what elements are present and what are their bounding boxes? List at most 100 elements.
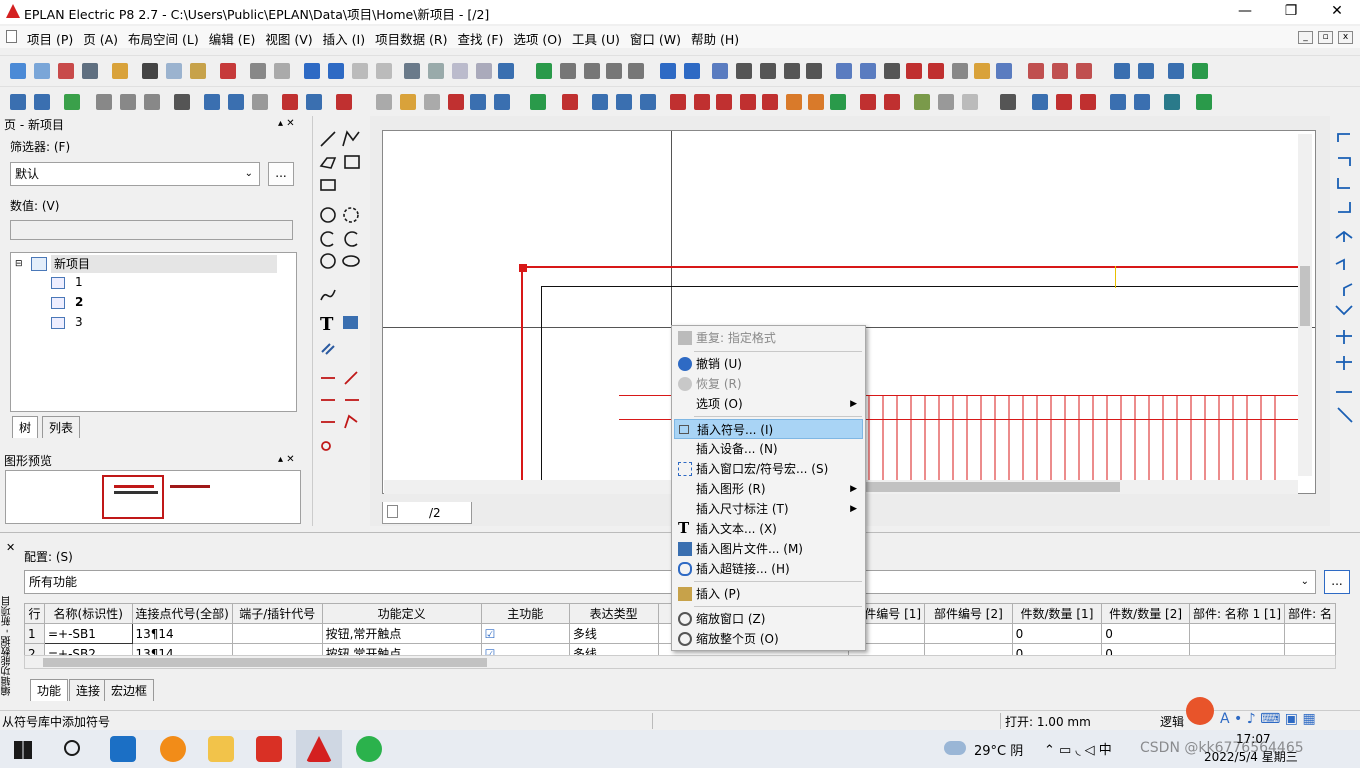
print-icon[interactable] — [82, 63, 98, 79]
sym-q-icon[interactable] — [530, 94, 546, 110]
mdi-close-button[interactable]: x — [1338, 31, 1353, 44]
file-explorer-icon[interactable] — [208, 736, 234, 762]
horizontal-scroll-thumb[interactable] — [864, 482, 1120, 492]
sym-ah-icon[interactable] — [962, 94, 978, 110]
menu-undo[interactable]: 撤销 (U) — [674, 354, 863, 374]
plugin-icon[interactable] — [64, 94, 80, 110]
layer-icon[interactable] — [952, 63, 968, 79]
redo2-icon[interactable] — [376, 63, 392, 79]
cell-function-definition[interactable]: 按钮,常开触点 — [321, 623, 482, 644]
snap-grid-icon[interactable] — [836, 63, 852, 79]
menu-layout-space[interactable]: 布局空间 (L) — [123, 29, 204, 48]
sym-o-icon[interactable] — [470, 94, 486, 110]
select2-icon[interactable] — [1138, 63, 1154, 79]
lines2-icon[interactable] — [1052, 63, 1068, 79]
mdi-restore-button[interactable]: ▫ — [1318, 31, 1333, 44]
config-more-button[interactable]: ... — [1324, 570, 1350, 594]
column-header[interactable]: 行 — [24, 603, 45, 624]
undo-icon[interactable] — [304, 63, 320, 79]
app-icon-m[interactable] — [110, 736, 136, 762]
grid-d-icon[interactable] — [784, 63, 800, 79]
table-icon[interactable] — [476, 63, 492, 79]
refresh-icon[interactable] — [536, 63, 552, 79]
sym-al-icon[interactable] — [1080, 94, 1096, 110]
format2-icon[interactable] — [274, 63, 290, 79]
sym-l-icon[interactable] — [400, 94, 416, 110]
menu-edit[interactable]: 编辑 (E) — [204, 29, 261, 48]
sym-ac-icon[interactable] — [830, 94, 846, 110]
tab-tree[interactable]: 树 — [12, 416, 39, 438]
lines3-icon[interactable] — [1076, 63, 1092, 79]
magnet-icon[interactable] — [906, 63, 922, 79]
cell-terminal[interactable] — [231, 623, 323, 644]
forward-icon[interactable] — [684, 63, 700, 79]
mdi-minimize-button[interactable]: _ — [1298, 31, 1313, 44]
zoom-out-icon[interactable] — [606, 63, 622, 79]
close-project-icon[interactable] — [58, 63, 74, 79]
column-header[interactable]: 名称(标识性) — [43, 603, 133, 624]
cell-quantity-1[interactable]: 0 — [1011, 623, 1103, 644]
column-header[interactable]: 部件: 名 — [1284, 603, 1336, 624]
sym-g-icon[interactable] — [252, 94, 268, 110]
check-icon[interactable] — [452, 63, 468, 79]
column-header[interactable]: 部件: 名称 1 [1] — [1188, 603, 1286, 624]
value-field[interactable] — [10, 220, 293, 240]
column-header[interactable]: 连接点代号(全部) — [131, 603, 233, 624]
config-select[interactable]: 所有功能 ⌄ — [24, 570, 1316, 594]
main-function-checkbox[interactable]: ☑ — [480, 623, 570, 644]
tree-root-item[interactable]: 新项目 — [51, 255, 277, 273]
sym-n-icon[interactable] — [448, 94, 464, 110]
sym-t-icon[interactable] — [616, 94, 632, 110]
filter-select[interactable]: 默认 ⌄ — [10, 162, 260, 186]
redo-icon[interactable] — [352, 63, 368, 79]
page-tab[interactable]: /2 — [382, 502, 472, 524]
cell-part-name[interactable] — [1188, 623, 1286, 644]
undo2-icon[interactable] — [328, 63, 344, 79]
sym-ak-icon[interactable] — [1056, 94, 1072, 110]
sym-ab-icon[interactable] — [808, 94, 824, 110]
graphics-icon[interactable] — [974, 63, 990, 79]
grid-scroll-thumb[interactable] — [43, 658, 487, 667]
tab-macro-box[interactable]: 宏边框 — [104, 679, 155, 701]
panel-pin-close[interactable]: ▴ ✕ — [278, 118, 295, 129]
grid-b-icon[interactable] — [736, 63, 752, 79]
column-header[interactable]: 功能定义 — [321, 603, 482, 624]
cell-connection[interactable]: 13¶14 — [131, 623, 233, 644]
text-tool-icon[interactable] — [1192, 63, 1208, 79]
menu-paste[interactable]: 插入 (P) — [674, 584, 863, 604]
sym-d-icon[interactable] — [174, 94, 190, 110]
delete-icon[interactable] — [220, 63, 236, 79]
canvas-vertical-scrollbar[interactable] — [1298, 134, 1312, 476]
menu-options[interactable]: 选项 (O) — [508, 29, 567, 48]
zoom-window-icon[interactable] — [560, 63, 576, 79]
lines-icon[interactable] — [1028, 63, 1044, 79]
sym-c-icon[interactable] — [144, 94, 160, 110]
sym-p-icon[interactable] — [494, 94, 510, 110]
column-header[interactable]: 表达类型 — [568, 603, 659, 624]
sym-f-icon[interactable] — [228, 94, 244, 110]
format-icon[interactable] — [250, 63, 266, 79]
menu-insert-image[interactable]: 插入图片文件... (M) — [674, 539, 863, 559]
sym-k-icon[interactable] — [376, 94, 392, 110]
sym-aa-icon[interactable] — [786, 94, 802, 110]
menu-insert-macro[interactable]: 插入窗口宏/符号宏... (S) — [674, 459, 863, 479]
column-header[interactable]: 主功能 — [480, 603, 570, 624]
page-open-icon[interactable] — [34, 94, 50, 110]
menu-window[interactable]: 窗口 (W) — [625, 29, 686, 48]
sym-aj-icon[interactable] — [1032, 94, 1048, 110]
sym-ag-icon[interactable] — [938, 94, 954, 110]
zoom-in-icon[interactable] — [584, 63, 600, 79]
menu-zoom-window[interactable]: 缩放窗口 (Z) — [674, 609, 863, 629]
sym-e-icon[interactable] — [204, 94, 220, 110]
menu-insert-text[interactable]: T 插入文本... (X) — [674, 519, 863, 539]
sym-b-icon[interactable] — [120, 94, 136, 110]
sym-j-icon[interactable] — [336, 94, 352, 110]
sym-w-icon[interactable] — [694, 94, 710, 110]
minimize-button[interactable]: — — [1222, 0, 1268, 24]
menu-insert-dimension[interactable]: 插入尺寸标注 (T) ▶ — [674, 499, 863, 519]
menu-project[interactable]: 项目 (P) — [22, 29, 78, 48]
ime-toolbar-icons[interactable]: A • ♪ ⌨ ▣ ▦ — [1220, 711, 1316, 727]
tab-list[interactable]: 列表 — [42, 416, 81, 438]
page-nav-icon[interactable] — [404, 63, 420, 79]
menu-tools[interactable]: 工具 (U) — [567, 29, 625, 48]
